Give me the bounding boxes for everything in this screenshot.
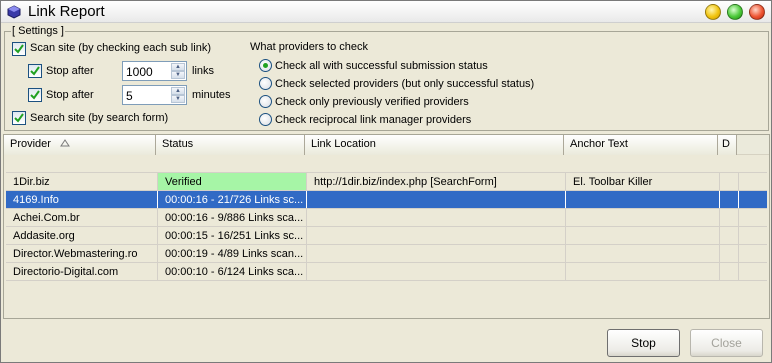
column-header-label: Provider xyxy=(10,138,51,150)
radio-check-reciprocal[interactable] xyxy=(259,113,272,126)
links-limit-value: 1000 xyxy=(126,65,153,79)
cell-status: 00:00:19 - 4/89 Links scan... xyxy=(158,245,307,262)
checkmark-icon xyxy=(30,90,40,100)
checkmark-icon xyxy=(30,66,40,76)
table-header: Provider Status Link Location Anchor Tex… xyxy=(4,135,769,155)
cell-anchor-text xyxy=(566,191,720,208)
close-window-button[interactable] xyxy=(749,4,765,20)
column-header-label: Link Location xyxy=(311,138,376,150)
window-title: Link Report xyxy=(28,3,105,20)
cell-provider: 1Dir.biz xyxy=(6,173,158,190)
cell-provider: Director.Webmastering.ro xyxy=(6,245,158,262)
cell-status: 00:00:15 - 16/251 Links sc... xyxy=(158,227,307,244)
column-header-status[interactable]: Status xyxy=(156,135,305,155)
cell-anchor-text xyxy=(566,263,720,280)
cell-status: Verified xyxy=(158,173,307,190)
app-logo-icon xyxy=(7,5,21,19)
cell-d xyxy=(720,209,739,226)
cell-status: 00:00:16 - 9/886 Links sca... xyxy=(158,209,307,226)
table-row[interactable]: Director.Webmastering.ro 00:00:19 - 4/89… xyxy=(6,245,767,263)
radio-label-check-verified: Check only previously verified providers xyxy=(275,96,469,108)
cell-d xyxy=(720,173,739,190)
cell-link-location xyxy=(307,191,566,208)
cell-link-location xyxy=(307,227,566,244)
stop-after-links-label: Stop after xyxy=(46,65,94,77)
radio-label-check-reciprocal: Check reciprocal link manager providers xyxy=(275,114,472,126)
search-site-checkbox[interactable] xyxy=(12,111,26,125)
settings-legend: [ Settings ] xyxy=(11,25,65,37)
cell-link-location: http://1dir.biz/index.php [SearchForm] xyxy=(307,173,566,190)
table-row[interactable]: Directorio-Digital.com 00:00:10 - 6/124 … xyxy=(6,263,767,281)
cell-provider: Directorio-Digital.com xyxy=(6,263,158,280)
column-header-provider[interactable]: Provider xyxy=(4,135,156,155)
cell-link-location xyxy=(307,245,566,262)
table-row-empty xyxy=(6,156,767,173)
column-header-label: Status xyxy=(162,138,194,150)
cell-d xyxy=(720,227,739,244)
cell-provider: Achei.Com.br xyxy=(6,209,158,226)
cell-status: 00:00:10 - 6/124 Links sca... xyxy=(158,263,307,280)
stop-after-links-checkbox[interactable] xyxy=(28,64,42,78)
link-report-table: Provider Status Link Location Anchor Tex… xyxy=(3,134,770,319)
maximize-button[interactable] xyxy=(727,4,743,20)
stepper-down-icon[interactable]: ▼ xyxy=(171,71,185,79)
radio-selected-dot xyxy=(263,63,268,68)
cell-provider: Addasite.org xyxy=(6,227,158,244)
stepper-down-icon[interactable]: ▼ xyxy=(171,95,185,103)
table-row[interactable]: 1Dir.biz Verified http://1dir.biz/index.… xyxy=(6,173,767,191)
table-row[interactable]: Addasite.org 00:00:15 - 16/251 Links sc.… xyxy=(6,227,767,245)
cell-link-location xyxy=(307,209,566,226)
cell-anchor-text xyxy=(566,227,720,244)
cell-provider: 4169.Info xyxy=(6,191,158,208)
stop-after-minutes-label: Stop after xyxy=(46,89,94,101)
search-site-label: Search site (by search form) xyxy=(30,112,169,124)
column-header-label: D xyxy=(722,138,730,150)
radio-label-check-all: Check all with successful submission sta… xyxy=(275,60,488,72)
links-limit-stepper[interactable]: 1000 ▲ ▼ xyxy=(122,61,187,81)
title-bar[interactable]: Link Report xyxy=(1,1,771,23)
cell-anchor-text: El. Toolbar Killer xyxy=(566,173,720,190)
table-row[interactable]: Achei.Com.br 00:00:16 - 9/886 Links sca.… xyxy=(6,209,767,227)
scan-site-checkbox[interactable] xyxy=(12,42,26,56)
cell-anchor-text xyxy=(566,209,720,226)
radio-check-all-successful[interactable] xyxy=(259,59,272,72)
sort-ascending-icon xyxy=(60,139,70,147)
providers-heading: What providers to check xyxy=(250,41,368,53)
column-header-label: Anchor Text xyxy=(570,138,628,150)
checkmark-icon xyxy=(14,44,24,54)
scan-site-label: Scan site (by checking each sub link) xyxy=(30,42,211,54)
column-header-link-location[interactable]: Link Location xyxy=(305,135,564,155)
checkmark-icon xyxy=(14,113,24,123)
stop-button[interactable]: Stop xyxy=(607,329,680,357)
stop-after-minutes-checkbox[interactable] xyxy=(28,88,42,102)
cell-anchor-text xyxy=(566,245,720,262)
links-unit-label: links xyxy=(192,65,215,77)
cell-d xyxy=(720,263,739,280)
column-header-anchor-text[interactable]: Anchor Text xyxy=(564,135,718,155)
close-button[interactable]: Close xyxy=(690,329,763,357)
stepper-up-icon[interactable]: ▲ xyxy=(171,87,185,95)
cell-d xyxy=(720,245,739,262)
link-report-window: Link Report [ Settings ] Scan site (by c… xyxy=(0,0,772,363)
radio-label-check-selected: Check selected providers (but only succe… xyxy=(275,78,535,90)
cell-d xyxy=(720,191,739,208)
minutes-limit-value: 5 xyxy=(126,89,133,103)
minutes-unit-label: minutes xyxy=(192,89,231,101)
stepper-up-icon[interactable]: ▲ xyxy=(171,63,185,71)
minutes-limit-stepper[interactable]: 5 ▲ ▼ xyxy=(122,85,187,105)
column-header-d[interactable]: D xyxy=(718,135,737,155)
table-row-selected[interactable]: 4169.Info 00:00:16 - 21/726 Links sc... xyxy=(6,191,767,209)
settings-group: [ Settings ] Scan site (by checking each… xyxy=(4,25,769,131)
cell-link-location xyxy=(307,263,566,280)
cell-status: 00:00:16 - 21/726 Links sc... xyxy=(158,191,307,208)
radio-check-selected[interactable] xyxy=(259,77,272,90)
radio-check-verified[interactable] xyxy=(259,95,272,108)
minimize-button[interactable] xyxy=(705,4,721,20)
